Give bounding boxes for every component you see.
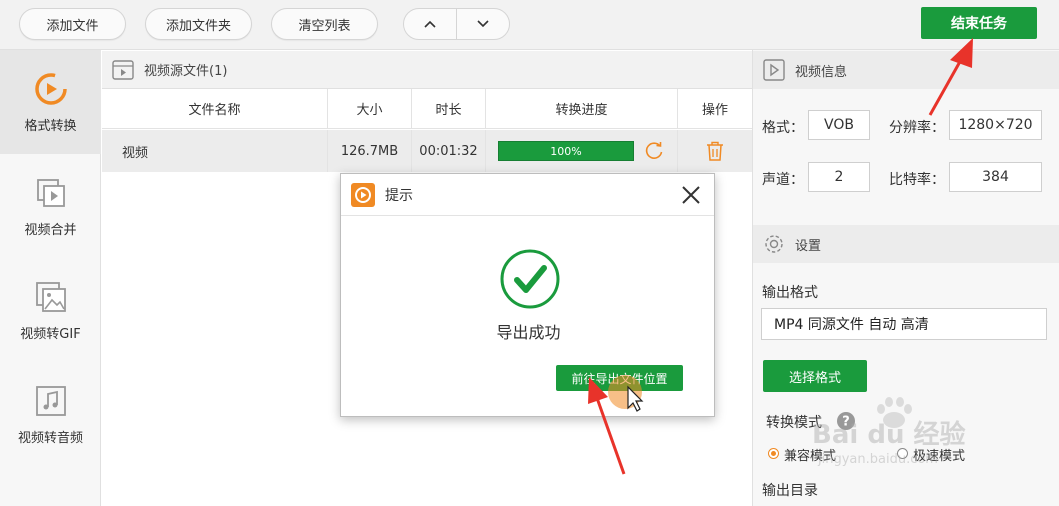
output-format-label: 输出格式 — [762, 285, 818, 301]
dialog-header: 提示 — [341, 174, 714, 216]
bitrate-value: 384 — [949, 162, 1042, 192]
sidebar-item-label: 格式转换 — [24, 118, 77, 134]
close-icon[interactable] — [680, 184, 702, 206]
settings-title: 设置 — [795, 238, 822, 254]
progress-bar: 100% — [498, 141, 634, 161]
watermark-url: jingyan.baidu.com — [818, 452, 938, 467]
output-format-field[interactable]: MP4 同源文件 自动 高清 — [761, 308, 1047, 340]
column-header: 大小 — [328, 89, 412, 128]
column-header: 时长 — [412, 89, 486, 128]
toolbar: 添加文件 添加文件夹 清空列表 结束任务 — [0, 0, 1059, 50]
refresh-icon[interactable] — [643, 140, 665, 162]
sidebar-item-label: 视频转音频 — [17, 430, 83, 446]
clear-list-button[interactable]: 清空列表 — [271, 8, 378, 40]
video-merge-icon — [33, 175, 69, 211]
image-icon — [33, 279, 69, 315]
resolution-value: 1280×720 — [949, 110, 1042, 140]
trash-icon[interactable] — [706, 141, 724, 161]
watermark: Bai du 经验 jingyan.baidu.com — [812, 396, 1012, 472]
move-down-button[interactable] — [457, 9, 509, 39]
sidebar-item-video-merge[interactable]: 视频合并 — [0, 154, 101, 258]
gear-icon — [765, 235, 783, 253]
success-dialog: 提示 导出成功 前往导出文件位置 — [340, 173, 715, 417]
video-file-icon — [112, 59, 134, 80]
sidebar-item-video-to-audio[interactable]: 视频转音频 — [0, 362, 101, 466]
file-name: 视频 — [102, 130, 328, 172]
column-header: 文件名称 — [102, 89, 328, 128]
channel-label: 声道： — [762, 172, 804, 188]
sidebar: 格式转换 视频合并 视频转GIF 视频转音频 — [0, 50, 101, 506]
settings-header: 设置 — [753, 225, 1059, 263]
watermark-brand: Bai du 经验 — [812, 420, 966, 450]
move-up-button[interactable] — [404, 9, 457, 39]
sidebar-item-label: 视频合并 — [24, 222, 77, 238]
bitrate-label: 比特率： — [889, 172, 945, 188]
file-table-header: 文件名称 大小 时长 转换进度 操作 — [102, 89, 752, 129]
success-check-icon — [500, 249, 560, 309]
channel-value: 2 — [808, 162, 870, 192]
action-cell — [678, 130, 752, 172]
table-row[interactable]: 视频 126.7MB 00:01:32 100% — [102, 130, 752, 172]
resolution-label: 分辨率： — [889, 120, 945, 136]
chevron-up-icon — [424, 20, 436, 28]
video-info-header: 视频信息 — [753, 51, 1059, 89]
dialog-title: 提示 — [385, 187, 413, 204]
column-header: 操作 — [701, 103, 728, 118]
sidebar-item-video-to-gif[interactable]: 视频转GIF — [0, 258, 101, 362]
open-output-location-button[interactable]: 前往导出文件位置 — [556, 365, 683, 391]
add-file-button[interactable]: 添加文件 — [19, 8, 126, 40]
format-convert-icon — [33, 71, 69, 107]
chevron-down-icon — [477, 20, 489, 28]
progress-cell: 100% — [486, 130, 678, 172]
end-task-button[interactable]: 结束任务 — [921, 7, 1037, 39]
reorder-buttons — [403, 8, 510, 40]
format-value: VOB — [808, 110, 870, 140]
dialog-message: 导出成功 — [496, 323, 561, 342]
column-header: 转换进度 — [486, 89, 678, 128]
app-logo-icon — [351, 182, 375, 207]
add-folder-button[interactable]: 添加文件夹 — [145, 8, 252, 40]
file-size: 126.7MB — [328, 130, 412, 172]
mode-compatible-radio[interactable] — [768, 448, 779, 459]
file-duration: 00:01:32 — [412, 130, 486, 172]
select-format-button[interactable]: 选择格式 — [763, 360, 867, 392]
file-panel-header: 视频源文件(1) — [102, 51, 752, 89]
video-info-icon — [763, 59, 785, 81]
format-label: 格式： — [762, 120, 804, 136]
sidebar-item-label: 视频转GIF — [20, 326, 81, 342]
output-dir-label: 输出目录 — [762, 483, 818, 499]
file-panel-title: 视频源文件(1) — [144, 64, 228, 79]
sidebar-item-format-convert[interactable]: 格式转换 — [0, 50, 101, 154]
video-info-title: 视频信息 — [795, 64, 848, 80]
music-note-icon — [33, 383, 69, 419]
